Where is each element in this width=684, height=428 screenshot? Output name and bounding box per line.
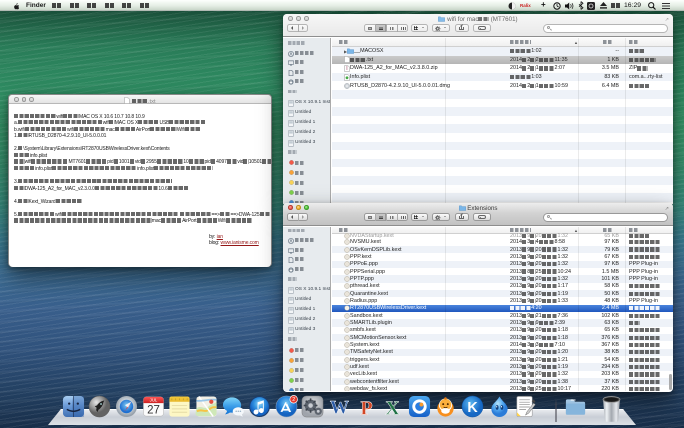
svg-text:P: P [360,419,372,428]
svg-text:X: X [385,419,400,428]
svg-text:P: P [360,398,372,418]
svg-text:27: 27 [147,405,160,417]
svg-text:27: 27 [147,420,160,428]
svg-text:K: K [467,421,478,428]
svg-text:W: W [330,419,349,428]
svg-text:2: 2 [292,397,295,403]
svg-text:K: K [467,400,478,416]
svg-text:JUL: JUL [149,398,157,403]
svg-text:W: W [330,398,349,418]
svg-text:X: X [385,398,400,418]
